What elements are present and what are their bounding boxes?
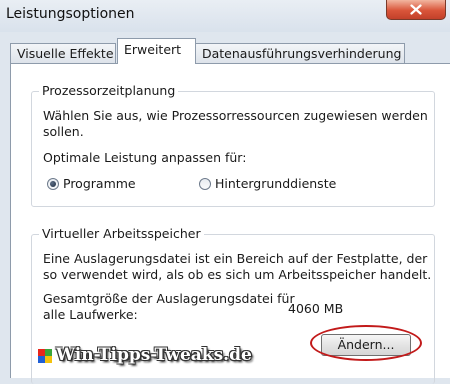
tab-data-execution-prevention[interactable]: Datenausführungsverhinderung (195, 43, 405, 63)
total-paging-size-label-line1: Gesamtgröße der Auslagerungsdatei für (43, 291, 295, 306)
virtual-memory-description-line1: Eine Auslagerungsdatei ist ein Bereich a… (43, 251, 428, 266)
radio-selected-icon (50, 181, 56, 187)
adjust-performance-label: Optimale Leistung anpassen für: (43, 150, 247, 165)
processor-scheduling-description-line2: sollen. (43, 124, 84, 139)
total-paging-size-label-line2: alle Laufwerke: (43, 307, 138, 322)
change-button[interactable]: Ändern... (321, 334, 411, 356)
radio-programs[interactable] (47, 178, 59, 190)
watermark-logo-icon (38, 349, 52, 363)
virtual-memory-description-line2: so verwendet wird, als ob es sich um Arb… (43, 267, 432, 282)
processor-scheduling-group: Prozessorzeitplanung Wählen Sie aus, wie… (31, 83, 435, 207)
title-bar: Leistungsoptionen (0, 0, 450, 32)
watermark-text: Win-Tipps-Tweaks.de (56, 345, 252, 365)
tab-strip: Visuelle Effekte Erweitert Datenausführu… (10, 36, 450, 64)
virtual-memory-legend: Virtueller Arbeitsspeicher (39, 226, 204, 241)
tab-visual-effects[interactable]: Visuelle Effekte (10, 43, 116, 63)
close-button[interactable] (386, 0, 446, 20)
total-paging-size-value: 4060 MB (288, 301, 344, 316)
radio-background-services-label[interactable]: Hintergrunddienste (215, 176, 336, 192)
processor-scheduling-legend: Prozessorzeitplanung (39, 83, 179, 98)
radio-programs-label[interactable]: Programme (63, 176, 136, 192)
window-title: Leistungsoptionen (6, 6, 135, 22)
close-icon (410, 4, 422, 15)
tab-advanced[interactable]: Erweitert (117, 38, 196, 64)
processor-scheduling-description-line1: Wählen Sie aus, wie Prozessorressourcen … (43, 108, 428, 123)
radio-background-services[interactable] (199, 178, 211, 190)
tab-panel-advanced: Prozessorzeitplanung Wählen Sie aus, wie… (10, 63, 450, 384)
